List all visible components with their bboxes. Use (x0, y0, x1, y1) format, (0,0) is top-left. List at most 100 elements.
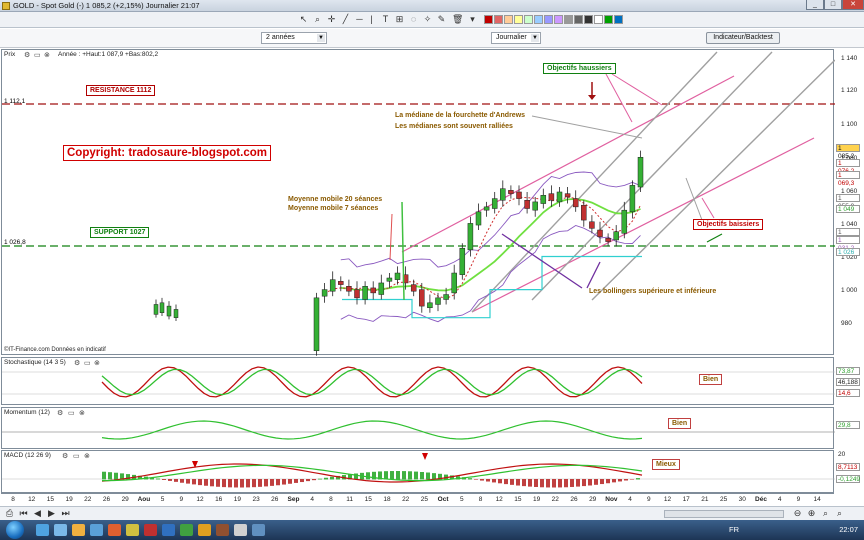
line-icon[interactable]: ╱ (340, 14, 351, 25)
text-icon[interactable]: | (366, 14, 377, 25)
support-label: SUPPORT 1027 (90, 227, 150, 238)
zoom-icon[interactable]: ⌕ (312, 14, 323, 25)
zoom-out-icon[interactable]: ⊖ (792, 508, 803, 519)
macd-bar (516, 479, 520, 486)
pencil-icon[interactable]: ✎ (436, 14, 447, 25)
scrollbar[interactable] (664, 510, 784, 518)
macd-panel[interactable]: MACD (12 26 9) ⚙ ▭ ⊗ Mieux (1, 450, 835, 493)
date-label: 11 (346, 496, 353, 503)
stochastic-panel[interactable]: Stochastique (14 3 5) ⚙ ▭ ⊗ Bien (1, 357, 835, 405)
trash-icon[interactable]: 🗑 (452, 14, 463, 25)
color-swatch[interactable] (504, 15, 513, 24)
macd-bar (192, 479, 196, 485)
color-swatch[interactable] (594, 15, 603, 24)
date-label: Aou (137, 496, 151, 503)
explorer-icon[interactable] (72, 524, 85, 536)
macd-bar (366, 472, 370, 480)
fib-icon[interactable]: ⊞ (394, 14, 405, 25)
text-tool-icon[interactable]: T (380, 14, 391, 25)
ie-icon[interactable] (36, 524, 49, 536)
color-swatch[interactable] (514, 15, 523, 24)
app-icon[interactable] (252, 524, 265, 536)
macd-bar (414, 471, 418, 480)
date-label: 22 (84, 496, 92, 503)
price-panel[interactable]: Prix ⚙ ▭ ⊗ Année : +Haut:1 087,9 +Bas:80… (1, 49, 835, 356)
color-swatch[interactable] (574, 15, 583, 24)
momentum-box: 29,8 (836, 421, 860, 429)
color-swatch[interactable] (534, 15, 543, 24)
print-icon[interactable]: ⎙ (4, 508, 15, 519)
language-indicator[interactable]: FR (729, 525, 739, 534)
momentum-panel[interactable]: Momentum (12) ⚙ ▭ ⊗ Bien (1, 407, 835, 449)
firefox-icon[interactable] (108, 524, 121, 536)
last-icon[interactable]: ⏭ (60, 508, 71, 519)
color-swatch[interactable] (604, 15, 613, 24)
macd-bar (576, 479, 580, 487)
price-box: 1 076,2 (836, 159, 860, 175)
date-label: 29 (589, 496, 597, 503)
app-icon[interactable] (216, 524, 229, 536)
candle (597, 229, 603, 237)
next-icon[interactable]: ▶ (46, 508, 57, 519)
first-icon[interactable]: ⏮ (18, 508, 29, 519)
macd-bar (528, 479, 532, 487)
macd-bar (228, 479, 232, 488)
close-button[interactable]: ✕ (842, 0, 864, 10)
color-swatch[interactable] (544, 15, 553, 24)
word-icon[interactable] (162, 524, 175, 536)
prev-icon[interactable]: ◀ (32, 508, 43, 519)
excel-icon[interactable] (180, 524, 193, 536)
candle (467, 223, 474, 251)
resistance-label: RESISTANCE 1112 (86, 85, 156, 96)
macd-bar (540, 479, 544, 488)
search-icon[interactable]: ⌕ (820, 508, 831, 519)
folder-icon[interactable] (54, 524, 67, 536)
color-swatch[interactable] (614, 15, 623, 24)
date-label: 26 (102, 496, 111, 503)
date-label: 5 (459, 496, 464, 503)
cursor-icon[interactable]: ↖ (298, 14, 309, 25)
date-label: 12 (196, 496, 204, 503)
macd-bar (636, 478, 640, 480)
app-icon[interactable] (90, 524, 103, 536)
bollinger-lower (340, 225, 641, 323)
navigation-bar: ⎙ ⏮ ◀ ▶ ⏭ ⊖ ⊕ ⌕ ⌕ (0, 506, 864, 520)
macd-bar (396, 471, 400, 480)
candle (354, 289, 360, 299)
date-label: 4 (628, 496, 632, 503)
macd-bar (594, 479, 598, 485)
interval-select[interactable]: Journalier ▼ (491, 32, 541, 44)
minimize-button[interactable]: _ (806, 0, 824, 10)
ellipse-icon[interactable]: ◌ (408, 14, 419, 25)
maximize-button[interactable]: □ (824, 0, 842, 10)
app-icon[interactable] (234, 524, 247, 536)
app-icon[interactable] (144, 524, 157, 536)
candle (338, 281, 344, 285)
clock[interactable]: 22:07 (839, 525, 858, 534)
color-swatch[interactable] (584, 15, 593, 24)
color-swatch[interactable] (484, 15, 493, 24)
color-swatch[interactable] (524, 15, 533, 24)
andrews-text-2: Les médianes sont souvent ralliées (395, 123, 513, 130)
search-plus-icon[interactable]: ⌕ (834, 508, 845, 519)
macd-bar (510, 479, 514, 485)
gold-app-icon[interactable] (198, 524, 211, 536)
indicator-backtest-button[interactable]: Indicateur/Backtest (706, 32, 780, 44)
color-swatch[interactable] (554, 15, 563, 24)
hline-icon[interactable]: ─ (354, 14, 365, 25)
magic-icon[interactable]: ✧ (422, 14, 433, 25)
color-swatch[interactable] (564, 15, 573, 24)
app-icon[interactable] (126, 524, 139, 536)
macd-bar (552, 479, 556, 488)
paint-icon[interactable]: ▾ (467, 14, 478, 25)
crosshair-icon[interactable]: ✛ (326, 14, 337, 25)
period-select[interactable]: 2 années ▼ (261, 32, 327, 44)
title-bar: GOLD - Spot Gold (-) 1 085,2 (+2,15%) Jo… (0, 0, 864, 12)
color-swatch[interactable] (494, 15, 503, 24)
start-button[interactable] (6, 521, 24, 539)
macd-bar (300, 479, 304, 483)
macd-bar (558, 479, 562, 488)
macd-bar (546, 479, 550, 488)
zoom-in-icon[interactable]: ⊕ (806, 508, 817, 519)
channel-line-2 (531, 51, 773, 301)
